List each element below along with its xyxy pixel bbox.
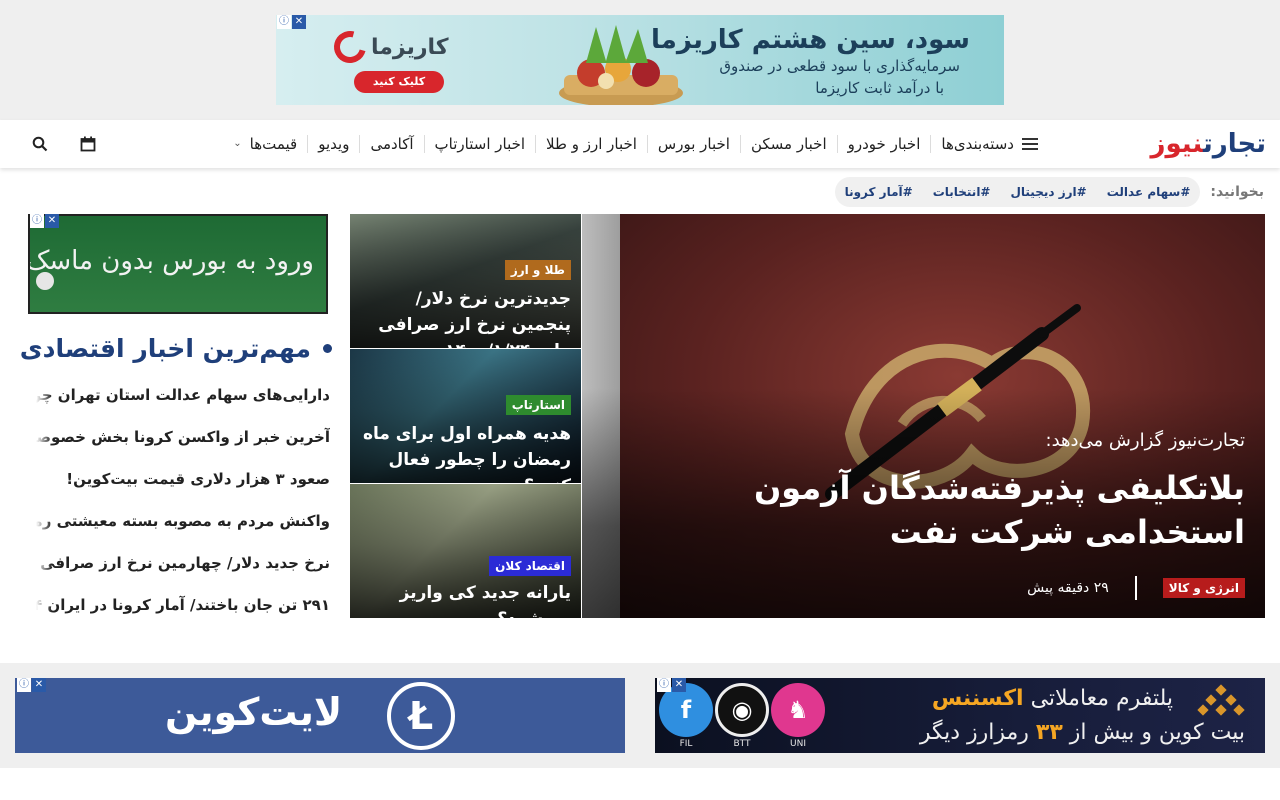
ad-headline: سود، سین هشتم کاریزما — [651, 25, 970, 55]
list-item[interactable]: ۲۹۱ تن جان باختند/ آمار کرونا در ایران ۲… — [36, 584, 330, 626]
top-news-heading: مهم‌ترین اخبار اقتصادی — [20, 334, 332, 363]
hero-meta: انرژی و کالا ۲۹ دقیقه پیش — [1027, 576, 1245, 600]
list-item[interactable]: صعود ۳ هزار دلاری قیمت بیت‌کوین! — [36, 458, 330, 500]
tag-link[interactable]: #آمار کرونا — [845, 185, 913, 199]
hero-title[interactable]: بلاتکلیفی پذیرفته‌شدگان آزمون استخدامی ش… — [625, 466, 1245, 554]
brand-logo-icon — [328, 25, 372, 69]
category-badge[interactable]: استارتاپ — [505, 395, 571, 415]
nav-item-label: آکادمی — [370, 135, 414, 153]
ad-info-icon[interactable]: ⓘ — [657, 678, 671, 692]
nav-item-academy[interactable]: آکادمی — [359, 135, 423, 153]
coin-label: BTT — [733, 739, 751, 749]
hero-time: ۲۹ دقیقه پیش — [1027, 580, 1109, 596]
nav-item-label: دسته‌بندی‌ها — [941, 135, 1014, 153]
nav-item-label: اخبار ارز و طلا — [546, 135, 637, 153]
chevron-down-icon: ⌄ — [233, 138, 242, 149]
nav-item-categories[interactable]: دسته‌بندی‌ها — [930, 135, 1048, 153]
ad-close-icon[interactable]: ✕ — [292, 15, 306, 29]
ad-text: ورود به بورس بدون ماسک — [28, 246, 314, 276]
ad-close-icon[interactable]: ✕ — [45, 214, 59, 228]
btt-coin-icon: ◉ — [715, 683, 769, 737]
tag-link[interactable]: #ارز دیجیتال — [1010, 185, 1086, 199]
site-logo[interactable]: تجارتنیوز — [1151, 129, 1267, 159]
news-card[interactable]: اقتصاد کلان یارانه جدید کی واریز می‌شود؟ — [350, 484, 581, 618]
category-badge[interactable]: انرژی و کالا — [1162, 578, 1245, 598]
litecoin-icon: Ł — [387, 682, 455, 750]
coin-label: FIL — [679, 739, 693, 749]
tags-label: بخوانید: — [1210, 184, 1264, 200]
exchance-logo-icon — [1197, 684, 1245, 716]
hamburger-icon — [1022, 138, 1038, 150]
news-card[interactable]: استارتاپ هدیه همراه اول برای ماه رمضان ر… — [350, 349, 581, 483]
ad-controls: ✕ ⓘ — [277, 15, 306, 29]
ad-close-icon[interactable]: ✕ — [672, 678, 686, 692]
list-item[interactable]: واکنش مردم به مصوبه بسته معیشتی رمضان / … — [36, 500, 330, 542]
pointer-hand-icon — [36, 272, 54, 290]
tag-link[interactable]: #انتخابات — [933, 185, 991, 199]
top-news-list: دارایی‌های سهام عدالت استان تهران چراغ خ… — [36, 374, 330, 626]
nav-menu: دسته‌بندی‌ها اخبار خودرو اخبار مسکن اخبا… — [223, 120, 1048, 168]
card-title[interactable]: یارانه جدید کی واریز می‌شود؟ — [361, 580, 571, 618]
ad-info-icon[interactable]: ⓘ — [17, 678, 31, 692]
logo-part-2: نیوز — [1150, 129, 1204, 159]
main-navbar: تجارتنیوز دسته‌بندی‌ها اخبار خودرو اخبار… — [0, 120, 1280, 168]
ad-brand: کاریزما — [371, 35, 449, 60]
ad-info-icon[interactable]: ⓘ — [277, 15, 291, 29]
nav-item-label: اخبار خودرو — [847, 135, 921, 153]
logo-part-1: تجارت — [1203, 129, 1266, 159]
hero-article[interactable]: تجارت‌نیوز گزارش می‌دهد: بلاتکلیفی پذیرف… — [582, 214, 1265, 618]
ad-text: لایت‌کوین — [165, 690, 343, 734]
ad-info-icon[interactable]: ⓘ — [30, 214, 44, 228]
litecoin-ad[interactable]: لایت‌کوین Ł — [15, 678, 625, 753]
nav-item-housing-news[interactable]: اخبار مسکن — [739, 135, 837, 153]
mask-ad-banner[interactable]: ورود به بورس بدون ماسک — [28, 214, 328, 314]
nav-item-label: ویدیو — [318, 135, 350, 153]
hero-kicker: تجارت‌نیوز گزارش می‌دهد: — [1045, 430, 1245, 451]
ad-cta-button[interactable]: کلیک کنید — [354, 71, 444, 93]
ad-close-icon[interactable]: ✕ — [32, 678, 46, 692]
exchance-ad[interactable]: f FIL ◉ BTT ♞ UNI پلتفرم معاملاتی اکسننس… — [655, 678, 1265, 753]
category-badge[interactable]: طلا و ارز — [504, 260, 571, 280]
nav-item-label: اخبار مسکن — [750, 135, 827, 153]
ad-controls: ✕ ⓘ — [30, 214, 59, 228]
tag-link[interactable]: #سهام عدالت — [1107, 185, 1191, 199]
uni-coin-icon: ♞ — [771, 683, 825, 737]
ad-line-3: با درآمد ثابت کاریزما — [815, 79, 944, 97]
list-item[interactable]: آخرین خبر از واکسن کرونا بخش خصوصی / کمب… — [36, 416, 330, 458]
nav-item-label: اخبار بورس — [657, 135, 730, 153]
tags-pill: #سهام عدالت #ارز دیجیتال #انتخابات #آمار… — [834, 177, 1201, 207]
card-title[interactable]: جدیدترین نرخ دلار/ پنجمین نرخ ارز صرافی … — [361, 286, 571, 348]
ad-line-1: پلتفرم معاملاتی اکسننس — [931, 686, 1173, 711]
coin-label: UNI — [790, 739, 806, 749]
list-item[interactable]: نرخ جدید دلار/ چهارمین نرخ ارز صرافی ملی… — [36, 542, 330, 584]
calendar-icon[interactable] — [76, 132, 100, 156]
card-title[interactable]: هدیه همراه اول برای ماه رمضان را چطور فع… — [361, 421, 571, 483]
bullet-icon — [323, 344, 332, 353]
category-badge[interactable]: اقتصاد کلان — [489, 556, 571, 576]
section-title: مهم‌ترین اخبار اقتصادی — [19, 334, 311, 363]
search-icon[interactable] — [28, 132, 52, 156]
nav-item-currency-gold-news[interactable]: اخبار ارز و طلا — [535, 135, 647, 153]
hashtags-row: بخوانید: #سهام عدالت #ارز دیجیتال #انتخا… — [834, 177, 1264, 207]
top-banner-ad[interactable]: کاریزما کلیک کنید سود، سین هشتم کاریزما … — [276, 15, 1004, 105]
nav-item-label: قیمت‌ها — [249, 135, 298, 153]
list-item[interactable]: دارایی‌های سهام عدالت استان تهران چراغ خ… — [36, 374, 330, 416]
nav-item-stock-news[interactable]: اخبار بورس — [646, 135, 740, 153]
ad-controls: ✕ ⓘ — [657, 678, 686, 692]
news-card[interactable]: طلا و ارز جدیدترین نرخ دلار/ پنجمین نرخ … — [350, 214, 581, 348]
nav-item-label: اخبار استارتاپ — [434, 135, 526, 153]
nav-item-car-news[interactable]: اخبار خودرو — [836, 135, 931, 153]
nav-item-prices[interactable]: قیمت‌ها ⌄ — [223, 135, 307, 153]
ad-line-2: سرمایه‌گذاری با سود قطعی در صندوق — [719, 57, 960, 75]
nav-item-video[interactable]: ویدیو — [307, 135, 359, 153]
nav-item-startup-news[interactable]: اخبار استارتاپ — [423, 135, 536, 153]
ad-controls: ✕ ⓘ — [17, 678, 46, 692]
